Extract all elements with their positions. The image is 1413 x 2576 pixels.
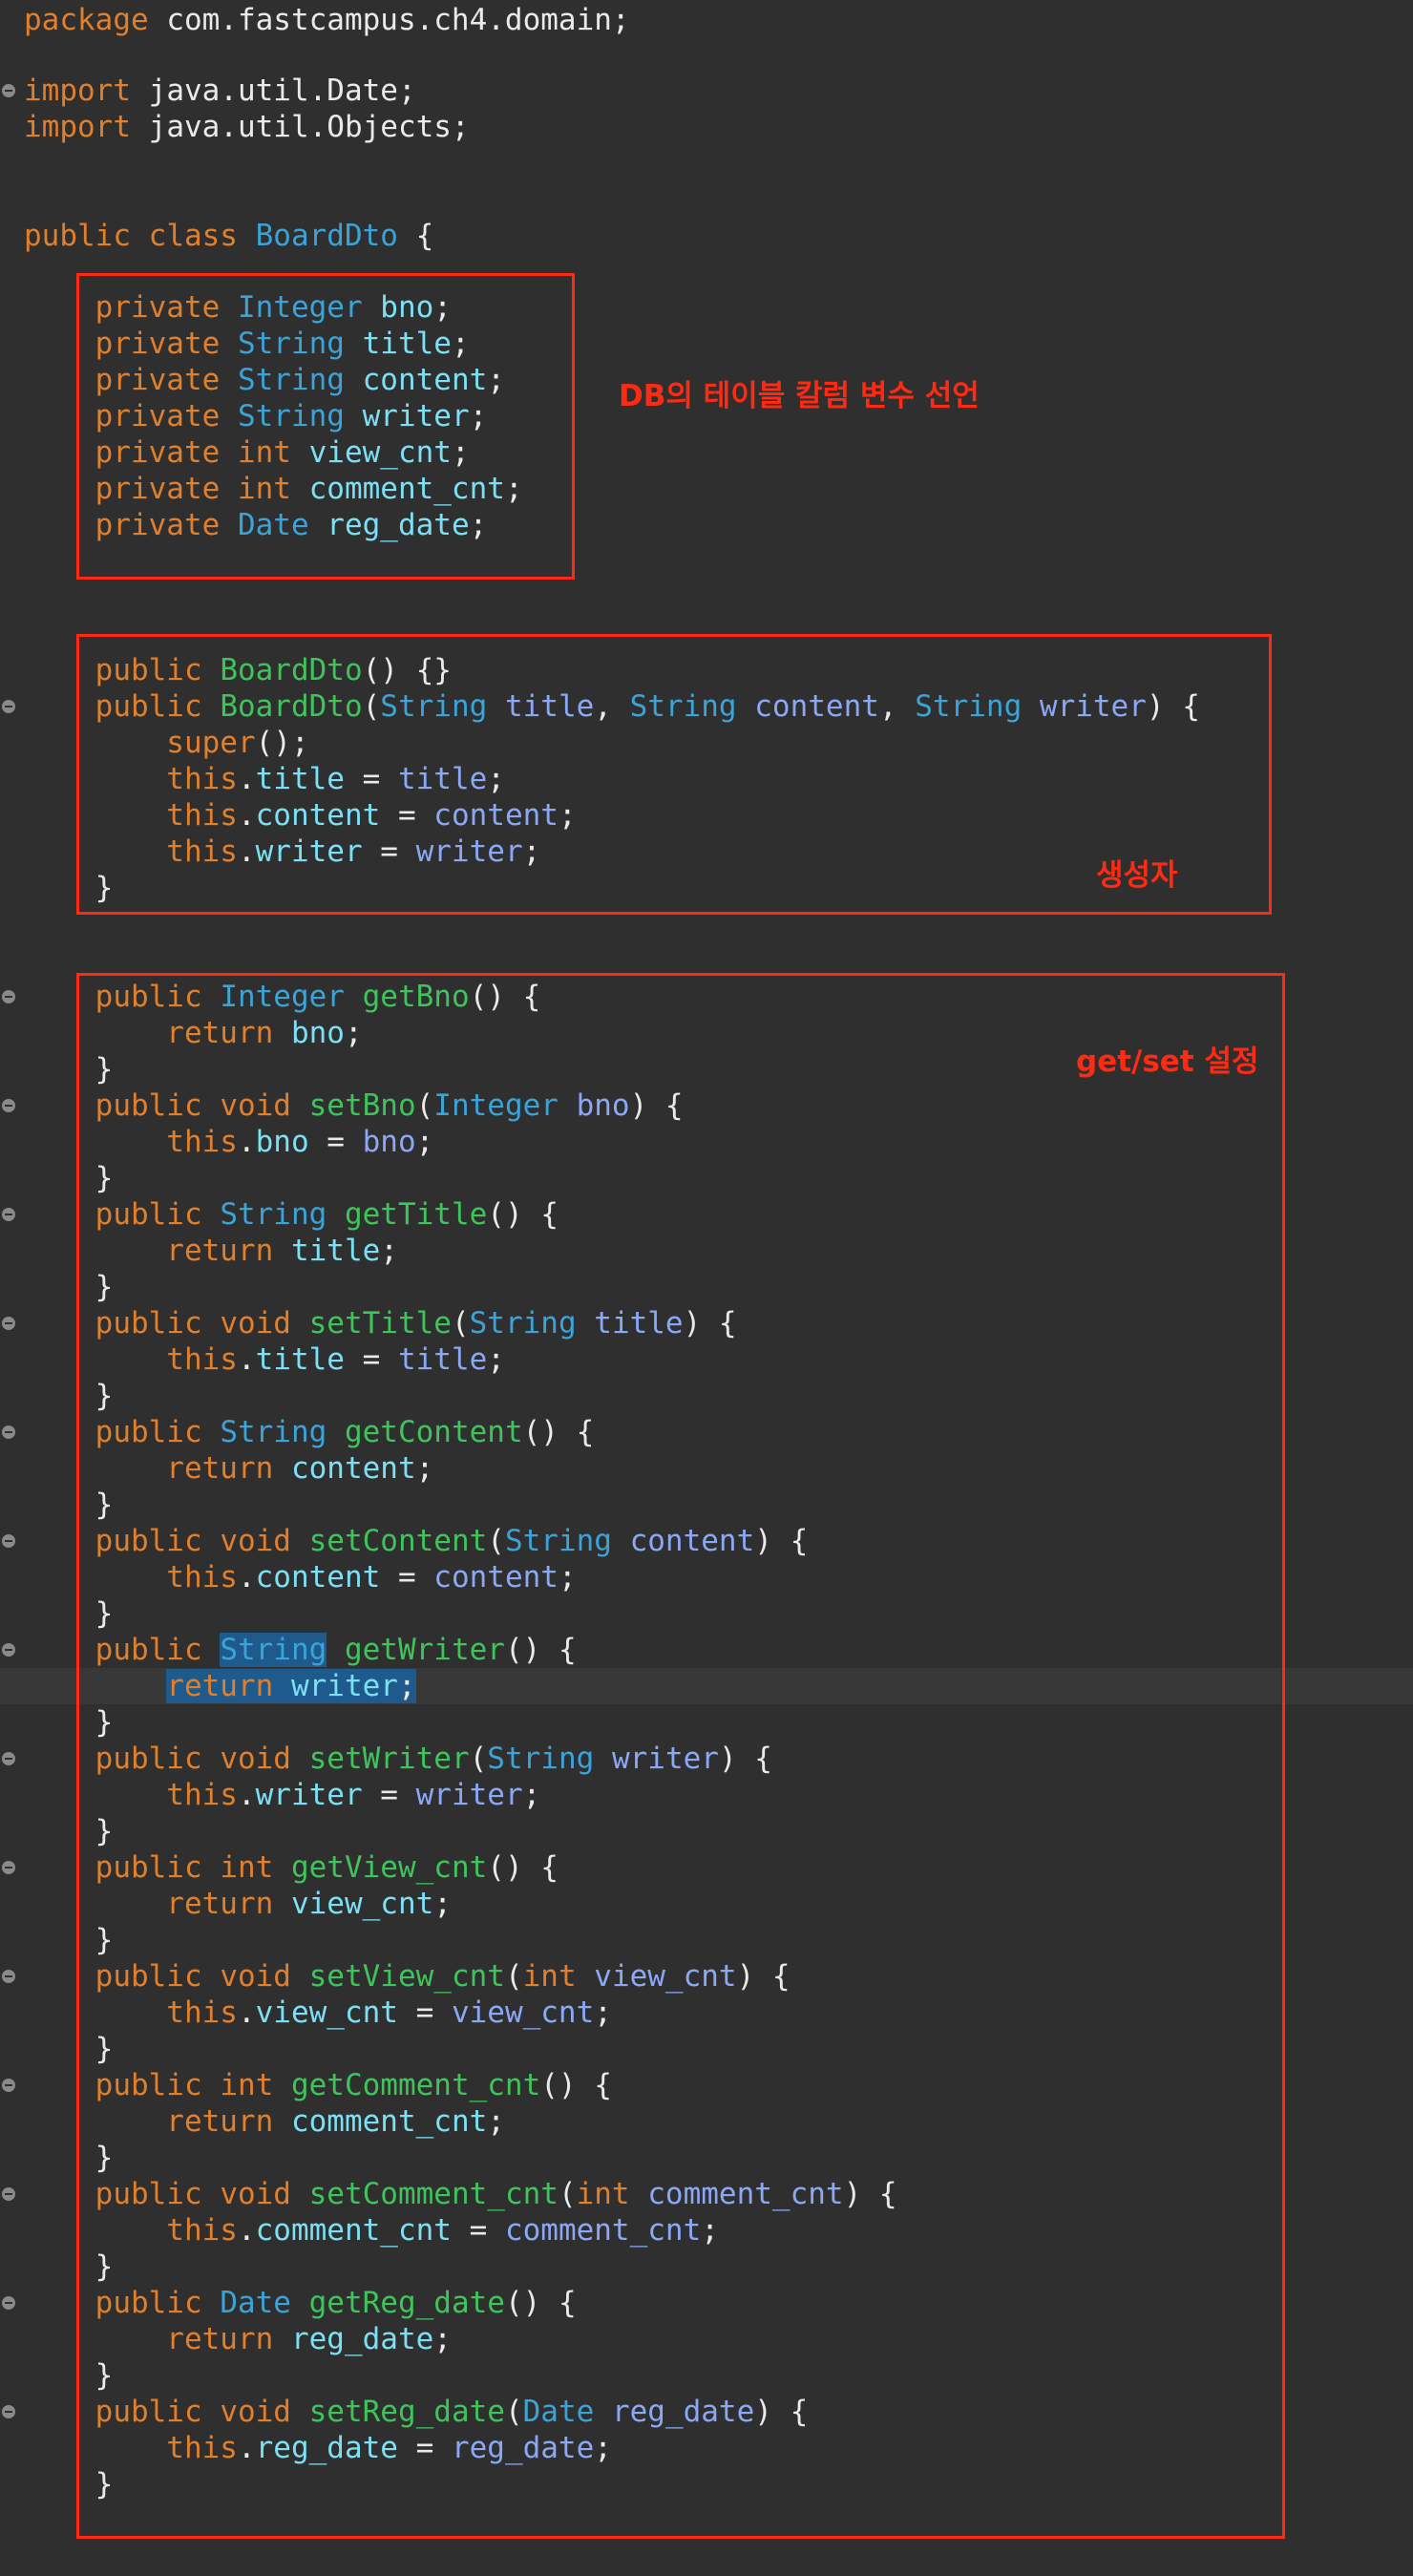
fields-annotation-box bbox=[76, 273, 575, 580]
code-token: package bbox=[24, 3, 167, 37]
constructor-annotation-label: 생성자 bbox=[1096, 858, 1178, 893]
fold-collapse-icon[interactable] bbox=[2, 700, 15, 713]
code-token: { bbox=[397, 219, 434, 253]
code-editor[interactable]: package com.fastcampus.ch4.domain; import… bbox=[0, 0, 1413, 2576]
getset-annotation-box bbox=[76, 973, 1285, 2539]
fold-collapse-icon[interactable] bbox=[2, 2079, 15, 2092]
code-token: class bbox=[148, 219, 256, 253]
code-line[interactable]: import java.util.Date; bbox=[0, 73, 1413, 109]
code-token: com.fastcampus.ch4.domain; bbox=[166, 3, 630, 37]
fields-annotation-label: DB의 테이블 칼럼 변수 선언 bbox=[619, 379, 980, 413]
fold-collapse-icon[interactable] bbox=[2, 1425, 15, 1439]
getset-annotation-label: get/set 설정 bbox=[1076, 1045, 1259, 1079]
fold-collapse-icon[interactable] bbox=[2, 1970, 15, 1983]
code-token: import bbox=[24, 74, 149, 108]
code-token: public bbox=[24, 219, 149, 253]
fold-collapse-icon[interactable] bbox=[2, 1752, 15, 1765]
code-token: java.util.Objects; bbox=[148, 110, 470, 144]
code-line[interactable]: package com.fastcampus.ch4.domain; bbox=[0, 2, 1413, 38]
fold-collapse-icon[interactable] bbox=[2, 990, 15, 1003]
fold-collapse-icon[interactable] bbox=[2, 2405, 15, 2418]
code-token: BoardDto bbox=[255, 219, 398, 253]
fold-collapse-icon[interactable] bbox=[2, 2296, 15, 2310]
code-line-text: import java.util.Date; bbox=[24, 73, 416, 109]
fold-collapse-icon[interactable] bbox=[2, 1208, 15, 1221]
code-line-text: package com.fastcampus.ch4.domain; bbox=[24, 2, 630, 38]
code-line[interactable]: public class BoardDto { bbox=[0, 218, 1413, 254]
fold-collapse-icon[interactable] bbox=[2, 1317, 15, 1330]
code-line[interactable]: import java.util.Objects; bbox=[0, 109, 1413, 145]
fold-collapse-icon[interactable] bbox=[2, 1099, 15, 1112]
fold-collapse-icon[interactable] bbox=[2, 1534, 15, 1548]
code-line-text: import java.util.Objects; bbox=[24, 109, 470, 145]
fold-collapse-icon[interactable] bbox=[2, 1643, 15, 1657]
constructor-annotation-box bbox=[76, 634, 1272, 915]
code-token: java.util.Date; bbox=[148, 74, 416, 108]
fold-collapse-icon[interactable] bbox=[2, 2187, 15, 2201]
code-token: import bbox=[24, 110, 149, 144]
fold-collapse-icon[interactable] bbox=[2, 84, 15, 97]
fold-collapse-icon[interactable] bbox=[2, 1861, 15, 1874]
code-line-text: public class BoardDto { bbox=[24, 218, 433, 254]
